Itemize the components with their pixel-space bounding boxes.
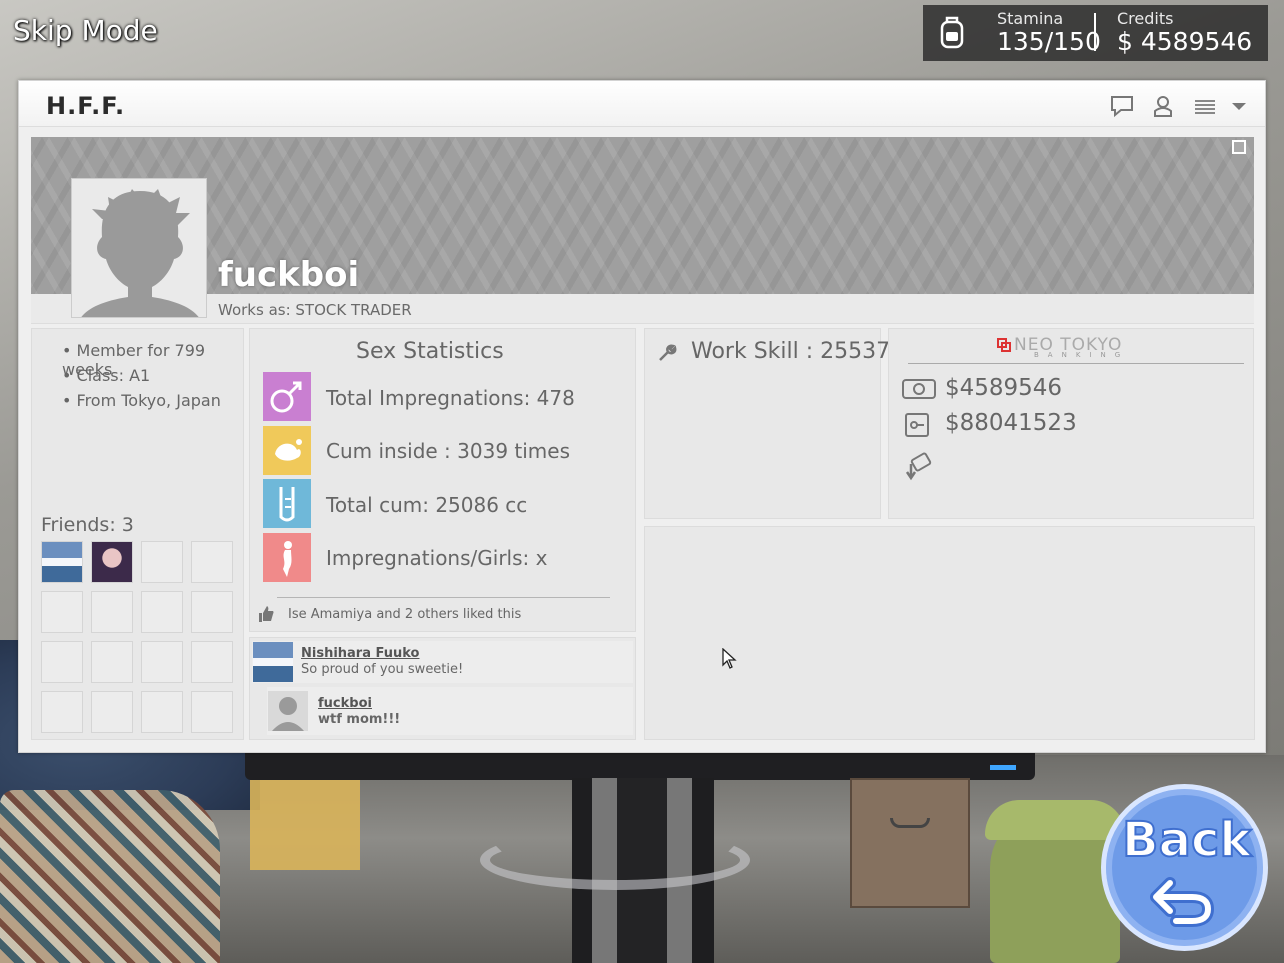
avatar	[71, 178, 207, 318]
friend-slot-empty	[91, 641, 133, 683]
friend-slot-empty	[191, 641, 233, 683]
stat-impregnations-per-girl: Impregnations/Girls: x	[326, 546, 548, 570]
cabinet-handle-decoration	[890, 818, 930, 828]
cash-icon	[902, 379, 936, 399]
backpack-icon	[940, 16, 964, 49]
user-icon[interactable]	[1150, 94, 1176, 118]
credits-label: Credits	[1117, 9, 1174, 28]
skip-mode-indicator[interactable]: Skip Mode	[13, 14, 158, 47]
comment-item: Nishihara Fuuko So proud of you sweetie!	[252, 641, 633, 683]
friend-slot-empty	[191, 541, 233, 583]
friends-count: Friends: 3	[41, 514, 134, 536]
app-logo: H.F.F.	[46, 92, 126, 120]
trash-bin-lid-decoration	[985, 800, 1125, 840]
thumbs-up-icon[interactable]	[257, 605, 275, 623]
stat-cum-inside: Cum inside : 3039 times	[326, 439, 571, 463]
avatar-silhouette-icon	[81, 189, 199, 317]
test-tube-icon	[263, 479, 311, 528]
app-toolbar: H.F.F.	[19, 81, 1265, 127]
wrench-icon	[659, 344, 677, 361]
bank-logo-icon	[997, 338, 1011, 352]
bank-divider	[908, 363, 1244, 364]
empty-content-panel	[644, 526, 1255, 740]
work-skill: Work Skill : 25537	[691, 339, 891, 364]
profile-subheader	[31, 294, 1254, 324]
box-decoration	[250, 780, 360, 870]
friend-avatar-girl[interactable]	[91, 541, 133, 583]
profile-username: fuckboi	[218, 255, 360, 295]
camera-icon[interactable]	[1232, 140, 1246, 154]
info-panel: • Member for 799 weeks • Class: A1 • Fro…	[31, 328, 244, 740]
stats-title: Sex Statistics	[356, 339, 504, 364]
splash-icon	[263, 426, 311, 475]
friend-slot-empty	[191, 591, 233, 633]
stamina-value: 135/150	[997, 27, 1101, 56]
class-info: • Class: A1	[62, 366, 151, 385]
friend-slot-empty	[141, 641, 183, 683]
menu-icon[interactable]	[1192, 94, 1218, 118]
cabinet-decoration	[850, 778, 970, 908]
chevron-down-icon[interactable]	[1226, 94, 1252, 118]
avatar-silhouette-icon	[272, 697, 304, 731]
friend-avatar-fuuko[interactable]	[41, 541, 83, 583]
friend-slot-empty	[191, 691, 233, 733]
friend-slot-empty	[141, 541, 183, 583]
stats-divider	[277, 597, 610, 598]
stat-total-cum: Total cum: 25086 cc	[326, 493, 528, 517]
profile-occupation: Works as: STOCK TRADER	[218, 301, 412, 319]
stamina-label: Stamina	[997, 9, 1064, 28]
friend-slot-empty	[91, 691, 133, 733]
reply-author[interactable]: fuckboi	[318, 696, 372, 711]
chair-base-decoration	[480, 830, 750, 890]
chat-icon[interactable]	[1109, 94, 1135, 118]
friend-slot-empty	[41, 641, 83, 683]
hff-profile-window: H.F.F. fuckboi Works as: STOCK TRADER • …	[18, 80, 1266, 753]
male-symbol-icon	[263, 372, 311, 421]
reply-text: wtf mom!!!	[318, 712, 401, 727]
bank-cash-balance: $4589546	[945, 375, 1063, 401]
location-info: • From Tokyo, Japan	[62, 391, 221, 410]
friend-slot-empty	[41, 591, 83, 633]
bank-savings-balance: $88041523	[945, 410, 1077, 436]
comment-author[interactable]: Nishihara Fuuko	[301, 646, 420, 661]
comment-text: So proud of you sweetie!	[301, 662, 464, 677]
stat-total-impregnations: Total Impregnations: 478	[326, 386, 575, 410]
friend-slot-empty	[41, 691, 83, 733]
replier-avatar[interactable]	[268, 691, 308, 731]
mouse-cursor-icon	[722, 648, 737, 669]
girl-silhouette-icon	[263, 533, 311, 582]
safe-icon	[905, 413, 929, 437]
monitor-power-light	[990, 765, 1016, 770]
back-button-label[interactable]: Back	[1121, 811, 1252, 869]
friend-slot-empty	[141, 591, 183, 633]
profile-banner	[31, 137, 1254, 294]
credits-value: $ 4589546	[1117, 27, 1253, 56]
monitor-bezel	[245, 752, 1035, 780]
status-hud: Stamina 135/150 Credits $ 4589546	[923, 5, 1268, 61]
return-arrow-icon	[1150, 877, 1214, 927]
friend-slot-empty	[91, 591, 133, 633]
transfer-money-icon[interactable]	[903, 452, 933, 482]
bank-subtitle: BANKING	[1034, 351, 1130, 359]
friend-slot-empty	[141, 691, 183, 733]
commenter-avatar[interactable]	[253, 642, 293, 682]
hud-divider	[1094, 13, 1096, 51]
likes-summary: Ise Amamiya and 2 others liked this	[288, 607, 522, 622]
pillow-decoration	[0, 790, 220, 963]
comment-reply: fuckboi wtf mom!!!	[267, 687, 633, 735]
